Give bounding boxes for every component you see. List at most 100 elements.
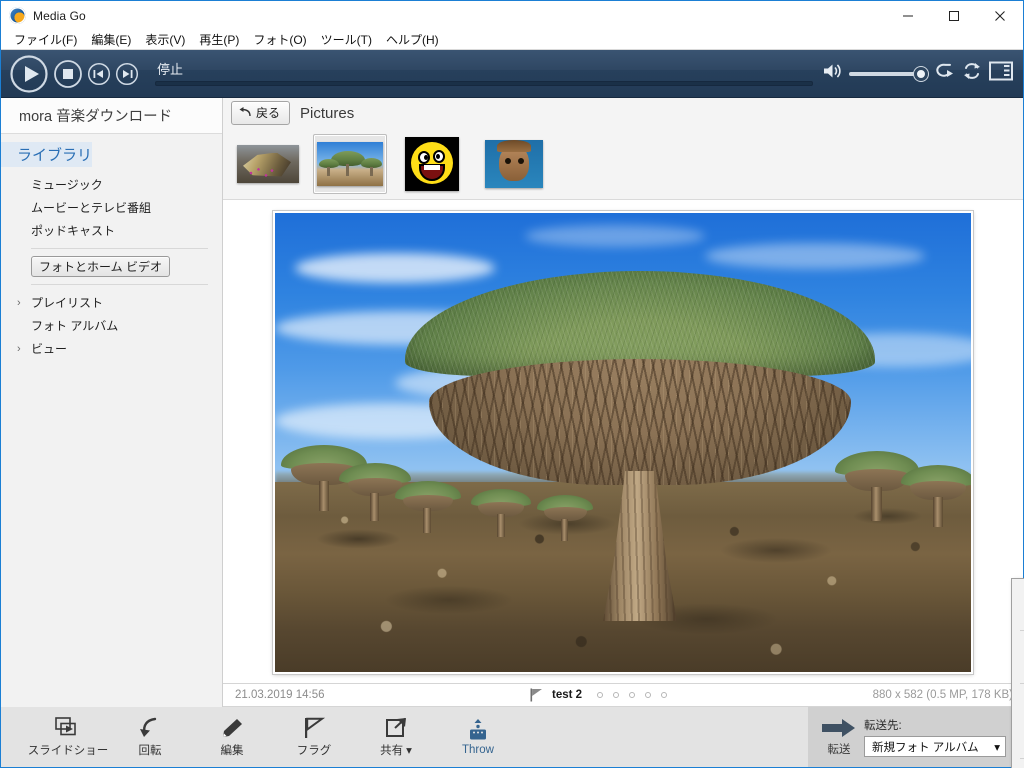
thumbnail-image	[317, 141, 383, 186]
context-menu-item-start-slideshow[interactable]: スライドショーの開始(W) F9	[1012, 582, 1024, 604]
menu-view[interactable]: 表示(V)	[138, 30, 192, 50]
rating-stars[interactable]	[597, 692, 668, 698]
transfer-panel: 転送 転送先: 新規フォト アルバム ▾	[808, 707, 1023, 767]
rating-star[interactable]	[629, 692, 636, 698]
menu-play[interactable]: 再生(P)	[192, 30, 246, 50]
share-button[interactable]: 共有 ▾	[355, 708, 437, 766]
menu-bar: ファイル(F) 編集(E) 表示(V) 再生(P) フォト(O) ツール(T) …	[1, 30, 1023, 50]
mora-download-header[interactable]: mora 音楽ダウンロード	[1, 98, 222, 134]
context-menu-item-delete[interactable]: 削除(D) Delete	[1012, 710, 1024, 732]
repeat-all-icon[interactable]	[961, 61, 983, 86]
breadcrumb-bar: 戻る Pictures	[223, 98, 1023, 128]
player-right-controls	[823, 61, 1013, 86]
sidebar: mora 音楽ダウンロード ライブラリ ミュージック ムービーとテレビ番組 ポッ…	[1, 98, 223, 707]
volume-knob[interactable]	[914, 66, 928, 81]
tool-label: スライドショー	[27, 744, 109, 757]
menu-edit[interactable]: 編集(E)	[84, 30, 138, 50]
slideshow-button[interactable]: スライドショー	[27, 708, 109, 766]
baby-groot-thumbnail[interactable]	[477, 134, 551, 194]
rating-star[interactable]	[645, 692, 652, 698]
stop-button[interactable]	[53, 59, 83, 89]
repeat-one-icon[interactable]	[933, 61, 955, 86]
sidebar-item-playlist[interactable]: › プレイリスト	[1, 291, 222, 314]
photo-name: test 2	[552, 689, 583, 701]
previous-track-button[interactable]	[87, 62, 111, 86]
bottom-toolbar: スライドショー 回転 編集 フラグ 共有 ▾ Throw 転送 転送先: 新規フ…	[1, 707, 1023, 767]
photo-context-menu[interactable]: スライドショーの開始(W) F9 Throw(O) 戻る(P) ← 次へ(N)	[1011, 578, 1024, 768]
rating-star[interactable]	[597, 692, 604, 698]
tool-label: 回転	[138, 744, 162, 757]
chevron-down-icon[interactable]: ▾	[406, 743, 412, 757]
menu-file[interactable]: ファイル(F)	[7, 30, 84, 50]
throw-button[interactable]: Throw	[437, 708, 519, 766]
transfer-destination-select[interactable]: 新規フォト アルバム ▾	[864, 736, 1006, 757]
tool-label: フラグ	[296, 744, 332, 757]
rotate-button[interactable]: 回転	[109, 708, 191, 766]
chevron-right-icon[interactable]: ›	[17, 343, 31, 355]
thumbnail-image	[405, 136, 459, 191]
sidebar-item-label: プレイリスト	[31, 296, 104, 310]
context-menu-item-next[interactable]: 次へ(N) →	[1012, 657, 1024, 679]
close-button[interactable]	[977, 1, 1023, 30]
chevron-right-icon[interactable]: ›	[17, 297, 31, 309]
content-pane: 戻る Pictures 21.03.2019 14:56 test 2 880 …	[223, 98, 1024, 768]
volume-slider[interactable]	[849, 66, 928, 81]
transfer-button-label: 転送	[827, 744, 851, 756]
volume-icon[interactable]	[823, 62, 843, 85]
panel-layout-icon[interactable]	[989, 61, 1013, 86]
play-button[interactable]	[9, 54, 49, 94]
rating-star[interactable]	[613, 692, 620, 698]
sidebar-library-header[interactable]: ライブラリ	[1, 142, 93, 167]
sidebar-divider-1	[31, 248, 208, 249]
sidebar-item-view[interactable]: › ビュー	[1, 337, 222, 360]
awesome-face-thumbnail[interactable]	[395, 134, 469, 194]
back-button[interactable]: 戻る	[231, 101, 291, 125]
menu-help[interactable]: ヘルプ(H)	[379, 30, 446, 50]
back-button-label: 戻る	[256, 106, 281, 120]
context-menu-item-previous[interactable]: 戻る(P) ←	[1012, 635, 1024, 657]
sidebar-item-podcast[interactable]: ポッドキャスト	[1, 219, 222, 242]
rotate-icon	[140, 717, 157, 737]
photo-tree-bg	[901, 465, 971, 527]
photo-image[interactable]	[273, 211, 973, 674]
rating-star[interactable]	[661, 692, 668, 698]
butterfly-thumbnail[interactable]	[231, 134, 305, 194]
tool-label: 共有 ▾	[380, 742, 412, 758]
flag-button[interactable]: フラグ	[273, 708, 355, 766]
context-menu-item-throw[interactable]: Throw(O)	[1012, 604, 1024, 626]
sidebar-tree: ライブラリ ミュージック ムービーとテレビ番組 ポッドキャスト フォトとホーム …	[1, 134, 222, 360]
maximize-button[interactable]	[931, 1, 977, 30]
flag-icon	[305, 717, 326, 738]
menu-tools[interactable]: ツール(T)	[314, 30, 379, 50]
photo-status-bar: 21.03.2019 14:56 test 2 880 x 582 (0.5 M…	[223, 683, 1023, 707]
thumbnail-image	[485, 139, 543, 188]
tool-label: 編集	[220, 744, 244, 757]
menu-photo[interactable]: フォト(O)	[246, 30, 313, 50]
transfer-destination-label: 転送先:	[864, 720, 902, 732]
sidebar-item-photo-album[interactable]: フォト アルバム	[1, 314, 222, 337]
tool-label-text: 共有	[380, 744, 404, 757]
thumbnail-image	[237, 144, 299, 183]
context-menu-item-share[interactable]: 共有(H) ▶	[1012, 688, 1024, 710]
sidebar-item-movies-tv[interactable]: ムービーとテレビ番組	[1, 196, 222, 219]
photo-viewer[interactable]: スライドショーの開始(W) F9 Throw(O) 戻る(P) ← 次へ(N)	[223, 200, 1024, 768]
transfer-destination-value: 新規フォト アルバム	[872, 741, 979, 754]
transfer-button[interactable]: 転送	[822, 717, 856, 757]
dragon-tree-thumbnail[interactable]	[313, 133, 387, 194]
seek-bar[interactable]	[155, 80, 813, 86]
context-menu-separator	[1020, 758, 1024, 759]
edit-pencil-icon	[223, 718, 242, 737]
next-track-button[interactable]	[115, 62, 139, 86]
minimize-button[interactable]	[885, 1, 931, 30]
photo-dimensions: 880 x 582 (0.5 MP, 178 KB)	[872, 689, 1013, 701]
context-menu-item-show-folder[interactable]: 保存先フォルダの表示(E)	[1012, 732, 1024, 754]
window-controls	[885, 1, 1023, 30]
context-menu-item-rotate-left[interactable]: 左に回転(R) Shift+F6	[1012, 763, 1024, 768]
breadcrumb-title: Pictures	[300, 104, 355, 122]
transfer-destination-group: 転送先: 新規フォト アルバム ▾	[864, 717, 1006, 757]
thumbnail-strip	[223, 128, 1023, 200]
sidebar-item-photos-home-video[interactable]: フォトとホーム ビデオ	[1, 255, 222, 278]
sidebar-item-music[interactable]: ミュージック	[1, 173, 222, 196]
chevron-down-icon[interactable]: ▾	[994, 740, 1000, 754]
edit-button[interactable]: 編集	[191, 708, 273, 766]
